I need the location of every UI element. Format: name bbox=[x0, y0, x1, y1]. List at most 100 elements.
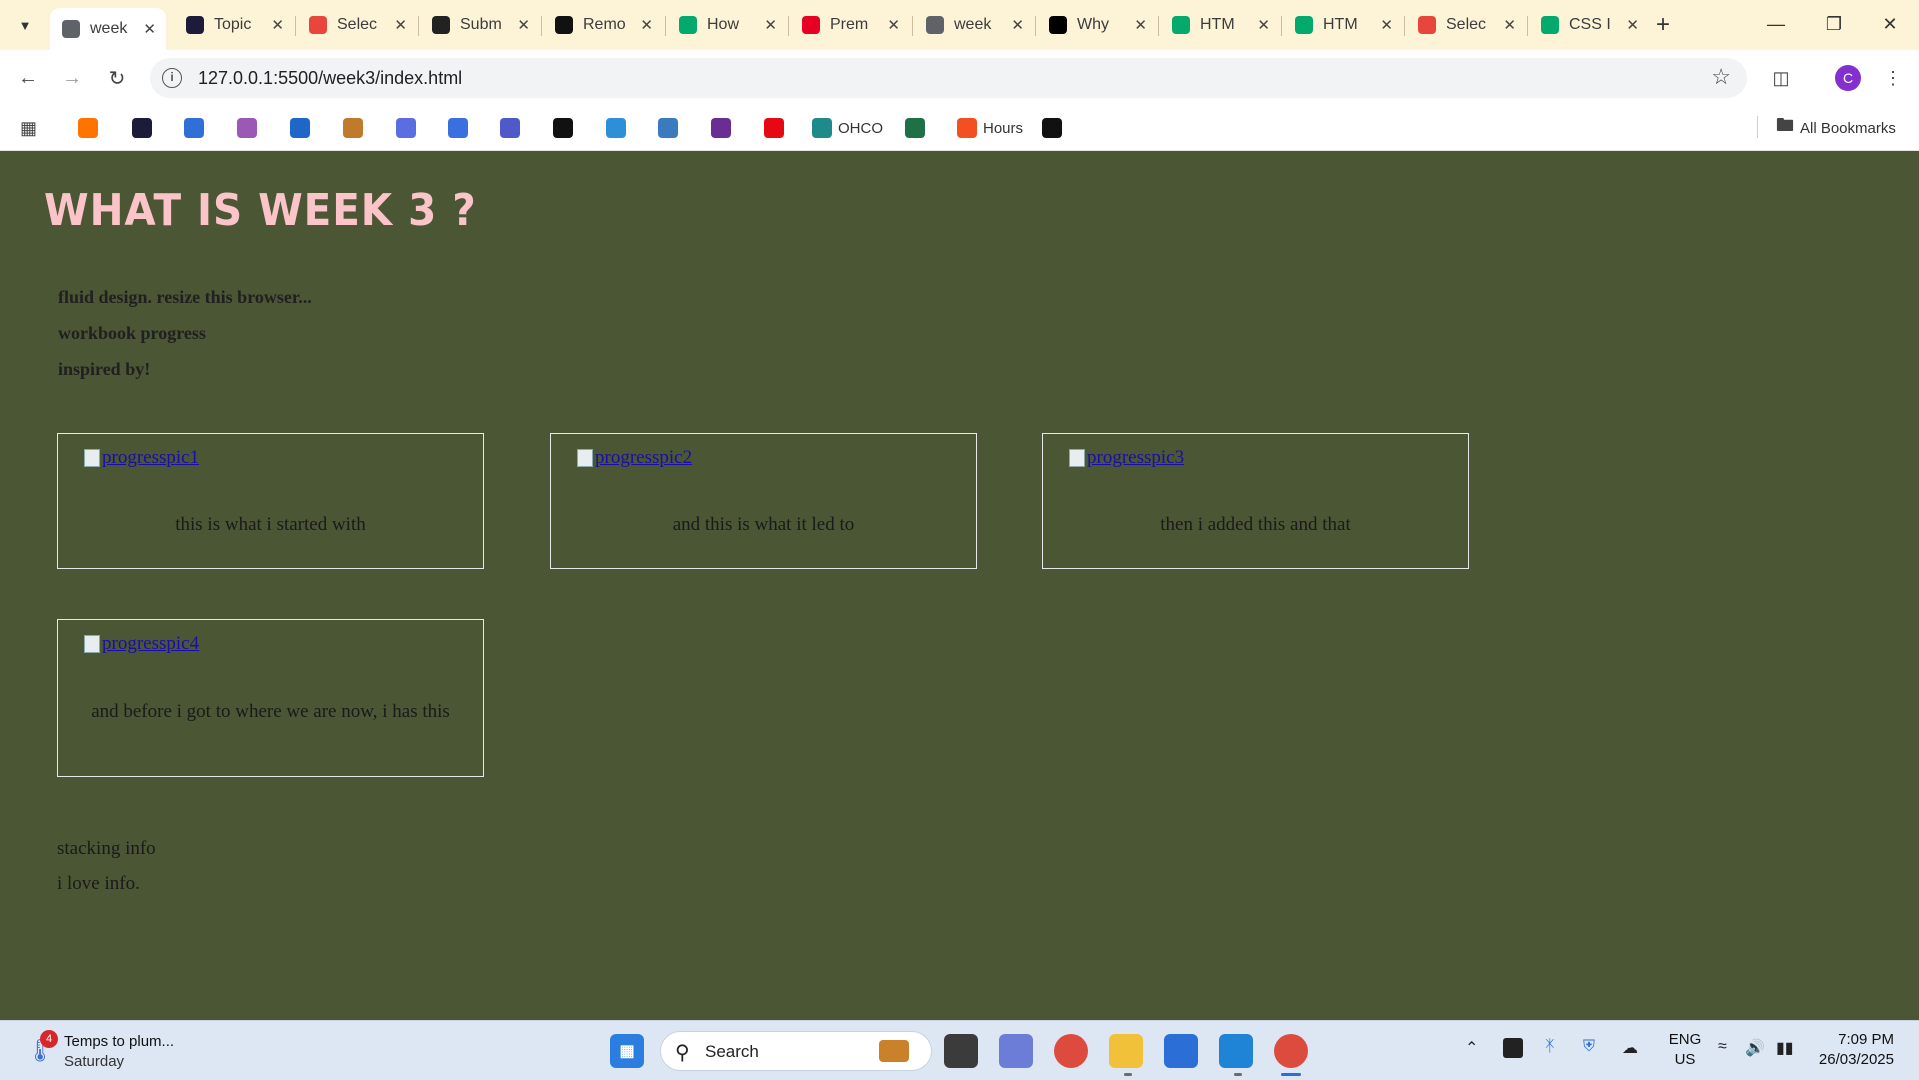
reload-button[interactable]: ↻ bbox=[101, 62, 133, 94]
bookmark-item[interactable] bbox=[905, 116, 925, 140]
tab-title: Prem bbox=[830, 16, 869, 33]
tab-search-button[interactable]: ▼ bbox=[8, 10, 42, 40]
bluetooth-icon[interactable]: ᛡ bbox=[1545, 1038, 1555, 1056]
browser-tab[interactable]: week ✕ bbox=[914, 8, 1034, 42]
bookmark-item[interactable] bbox=[396, 116, 416, 140]
browser-tab[interactable]: week ✕ bbox=[50, 8, 166, 50]
bookmark-item[interactable] bbox=[448, 116, 468, 140]
bookmark-item[interactable] bbox=[500, 116, 520, 140]
image-alt-text: progresspic1 bbox=[102, 447, 200, 468]
chrome-icon[interactable] bbox=[1054, 1034, 1088, 1068]
minimize-button[interactable]: — bbox=[1752, 6, 1800, 42]
bookmark-item[interactable] bbox=[1042, 116, 1062, 140]
bookmark-star-icon[interactable]: ☆ bbox=[1711, 64, 1731, 90]
bookmark-item[interactable] bbox=[343, 116, 363, 140]
tab-close-icon[interactable]: ✕ bbox=[1626, 16, 1639, 34]
app-icon bbox=[1418, 16, 1436, 34]
tab-close-icon[interactable]: ✕ bbox=[764, 16, 777, 34]
bookmark-item[interactable] bbox=[764, 116, 784, 140]
shield-icon[interactable]: ⛨ bbox=[1583, 1038, 1595, 1056]
browser-tab[interactable]: Selec ✕ bbox=[1406, 8, 1526, 42]
bookmark-item[interactable] bbox=[132, 116, 152, 140]
bookmark-item[interactable] bbox=[606, 116, 626, 140]
browser-tab[interactable]: Prem ✕ bbox=[790, 8, 910, 42]
tab-close-icon[interactable]: ✕ bbox=[1134, 16, 1147, 34]
image-alt-text: progresspic2 bbox=[595, 447, 693, 468]
store-icon[interactable] bbox=[1164, 1034, 1198, 1068]
browser-tab[interactable]: HTM ✕ bbox=[1160, 8, 1280, 42]
start-button[interactable]: ▦ bbox=[610, 1034, 644, 1068]
browser-tab[interactable]: Why ✕ bbox=[1037, 8, 1157, 42]
chrome-profile-icon[interactable] bbox=[1274, 1034, 1308, 1068]
nav-link-inspired-by[interactable]: inspired by! bbox=[58, 351, 312, 387]
chatgpt-icon bbox=[432, 16, 450, 34]
address-bar[interactable]: i 127.0.0.1:5500/week3/index.html ☆ bbox=[150, 58, 1747, 98]
region-label: US bbox=[1674, 1051, 1696, 1068]
bookmark-item[interactable] bbox=[553, 116, 573, 140]
w3schools-icon bbox=[1172, 16, 1190, 34]
extensions-icon[interactable]: ◫ bbox=[1765, 62, 1797, 94]
browser-tab[interactable]: Remo ✕ bbox=[543, 8, 663, 42]
forward-button[interactable]: → bbox=[56, 62, 88, 94]
language-indicator[interactable]: ENG US bbox=[1665, 1030, 1705, 1070]
back-button[interactable]: ← bbox=[12, 62, 44, 94]
avatar[interactable]: C bbox=[1835, 65, 1861, 91]
tab-close-icon[interactable]: ✕ bbox=[143, 20, 156, 38]
system-clock[interactable]: 7:09 PM 26/03/2025 bbox=[1812, 1030, 1894, 1070]
tab-title: Selec bbox=[337, 16, 378, 33]
apps-grid-icon[interactable]: ▦ bbox=[20, 116, 37, 140]
broken-image-icon bbox=[577, 449, 593, 467]
wifi-icon[interactable]: ≈ bbox=[1718, 1038, 1727, 1056]
new-tab-button[interactable]: + bbox=[1648, 10, 1678, 40]
close-window-button[interactable]: ✕ bbox=[1866, 6, 1914, 42]
battery-icon[interactable]: ▮▮ bbox=[1776, 1038, 1794, 1058]
bookmark-item[interactable] bbox=[290, 116, 310, 140]
bookmark-item[interactable] bbox=[78, 116, 98, 140]
progress-image-link-3[interactable]: progresspic3 bbox=[1069, 447, 1184, 469]
tab-close-icon[interactable]: ✕ bbox=[1503, 16, 1516, 34]
bookmark-item[interactable] bbox=[237, 116, 257, 140]
browser-tab[interactable]: Topic ✕ bbox=[174, 8, 294, 42]
bookmark-item[interactable] bbox=[711, 116, 731, 140]
volume-icon[interactable]: 🔊 bbox=[1745, 1038, 1765, 1058]
bookmark-item[interactable] bbox=[184, 116, 204, 140]
copilot-icon[interactable] bbox=[999, 1034, 1033, 1068]
nvidia-icon[interactable] bbox=[1503, 1038, 1523, 1058]
tab-close-icon[interactable]: ✕ bbox=[1380, 16, 1393, 34]
restore-icon: ❐ bbox=[1825, 13, 1843, 34]
tab-close-icon[interactable]: ✕ bbox=[1011, 16, 1024, 34]
page-content: WHAT IS WEEK 3 ? fluid design. resize th… bbox=[0, 151, 1919, 1020]
site-info-icon[interactable]: i bbox=[162, 68, 182, 88]
restore-button[interactable]: ❐ bbox=[1810, 6, 1858, 42]
progress-image-link-4[interactable]: progresspic4 bbox=[84, 633, 199, 655]
tab-close-icon[interactable]: ✕ bbox=[271, 16, 284, 34]
cloud-off-icon[interactable]: ☁ bbox=[1622, 1038, 1638, 1058]
chevron-up-icon[interactable]: ⌃ bbox=[1465, 1038, 1478, 1058]
browser-tab[interactable]: How ✕ bbox=[667, 8, 787, 42]
tab-close-icon[interactable]: ✕ bbox=[394, 16, 407, 34]
broken-image-icon bbox=[84, 635, 100, 653]
taskbar-search[interactable]: ⚲ Search bbox=[660, 1031, 932, 1071]
nav-link-fluid-design[interactable]: fluid design. resize this browser... bbox=[58, 279, 312, 315]
vscode-icon[interactable] bbox=[1219, 1034, 1253, 1068]
file-explorer-icon[interactable] bbox=[1109, 1034, 1143, 1068]
tab-close-icon[interactable]: ✕ bbox=[887, 16, 900, 34]
all-bookmarks-button[interactable]: 🖿 All Bookmarks bbox=[1776, 115, 1896, 140]
browser-tab[interactable]: HTM ✕ bbox=[1283, 8, 1403, 42]
browser-tab[interactable]: CSS I ✕ bbox=[1529, 8, 1649, 42]
tab-close-icon[interactable]: ✕ bbox=[640, 16, 653, 34]
browser-tab[interactable]: Selec ✕ bbox=[297, 8, 417, 42]
tab-close-icon[interactable]: ✕ bbox=[517, 16, 530, 34]
more-menu-icon[interactable]: ⋮ bbox=[1877, 62, 1909, 94]
progress-image-link-2[interactable]: progresspic2 bbox=[577, 447, 692, 469]
browser-tab[interactable]: Subm ✕ bbox=[420, 8, 540, 42]
search-icon: ⚲ bbox=[675, 1042, 690, 1064]
bookmark-item[interactable]: OHCO bbox=[812, 116, 883, 140]
close-icon: ✕ bbox=[1882, 13, 1898, 34]
bookmark-item[interactable]: Hours bbox=[957, 116, 1023, 140]
nav-link-workbook-progress[interactable]: workbook progress bbox=[58, 315, 312, 351]
task-view-icon[interactable] bbox=[944, 1034, 978, 1068]
tab-close-icon[interactable]: ✕ bbox=[1257, 16, 1270, 34]
bookmark-item[interactable] bbox=[658, 116, 678, 140]
progress-image-link-1[interactable]: progresspic1 bbox=[84, 447, 199, 469]
